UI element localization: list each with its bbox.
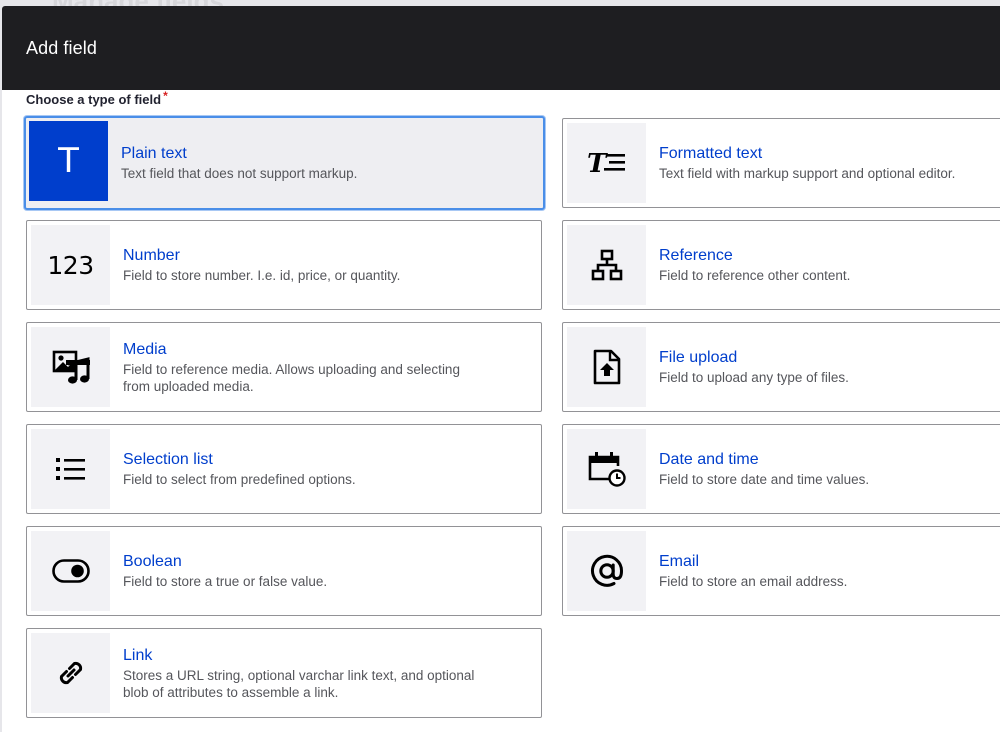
calendar-clock-icon xyxy=(567,429,646,509)
option-description: Field to upload any type of files. xyxy=(659,370,849,385)
option-title: Media xyxy=(123,340,167,358)
toggle-icon xyxy=(31,531,110,611)
file-upload-icon xyxy=(567,327,646,407)
option-description: Field to store number. I.e. id, price, o… xyxy=(123,268,401,283)
option-title: Date and time xyxy=(659,451,759,468)
add-field-dialog: Add field Choose a type of field * T Plai… xyxy=(2,6,1000,732)
option-title: Link xyxy=(123,646,153,664)
option-description: Field to store date and time values. xyxy=(659,472,870,487)
at-sign-icon xyxy=(567,531,646,611)
option-title: File upload xyxy=(659,349,738,366)
option-title: Email xyxy=(659,553,700,570)
option-selection-list[interactable]: Selection list Field to select from pred… xyxy=(26,424,542,514)
option-description: Stores a URL string, optional varchar li… xyxy=(123,667,475,700)
svg-text:T: T xyxy=(587,149,608,177)
option-description: Field to store an email address. xyxy=(659,574,848,589)
plain-text-icon: T xyxy=(29,121,108,201)
field-type-label: Choose a type of field * xyxy=(26,89,168,107)
dialog-header: Add field xyxy=(2,6,1000,90)
option-title: Number xyxy=(123,247,180,264)
option-description: Text field that does not support markup. xyxy=(121,166,358,181)
option-formatted-text[interactable]: T Formatted text Text field with markup … xyxy=(562,118,1000,208)
option-title: Formatted text xyxy=(659,145,763,162)
plain-text-glyph: T xyxy=(58,141,79,181)
media-icon xyxy=(31,327,110,407)
formatted-text-icon: T xyxy=(567,123,646,203)
number-glyph: 123 xyxy=(47,250,94,280)
option-description: Field to reference other content. xyxy=(659,268,851,283)
list-icon xyxy=(31,429,110,509)
option-title: Reference xyxy=(659,247,733,264)
option-title: Selection list xyxy=(123,451,213,468)
dialog-title: Add field xyxy=(26,37,97,58)
option-description: Text field with markup support and optio… xyxy=(659,166,956,181)
number-icon: 123 xyxy=(31,225,110,305)
option-date-and-time[interactable]: Date and time Field to store date and ti… xyxy=(562,424,1000,514)
option-title: Boolean xyxy=(123,553,182,570)
option-plain-text[interactable]: T Plain text Text field that does not su… xyxy=(24,116,545,210)
link-icon xyxy=(31,633,110,713)
option-description: Field to select from predefined options. xyxy=(123,472,356,487)
required-marker: * xyxy=(163,89,168,103)
option-boolean[interactable]: Boolean Field to store a true or false v… xyxy=(26,526,542,616)
option-title: Plain text xyxy=(121,145,187,162)
option-link[interactable]: Link Stores a URL string, optional varch… xyxy=(26,628,542,718)
option-email[interactable]: Email Field to store an email address. xyxy=(562,526,1000,616)
option-number[interactable]: 123 Number Field to store number. I.e. i… xyxy=(26,220,542,310)
option-reference[interactable]: Reference Field to reference other conte… xyxy=(562,220,1000,310)
option-media[interactable]: Media Field to reference media. Allows u… xyxy=(26,322,542,412)
option-file-upload[interactable]: File upload Field to upload any type of … xyxy=(562,322,1000,412)
reference-icon xyxy=(567,225,646,305)
option-description: Field to reference media. Allows uploadi… xyxy=(123,361,460,394)
field-type-label-text: Choose a type of field xyxy=(26,92,162,107)
option-description: Field to store a true or false value. xyxy=(123,574,328,589)
